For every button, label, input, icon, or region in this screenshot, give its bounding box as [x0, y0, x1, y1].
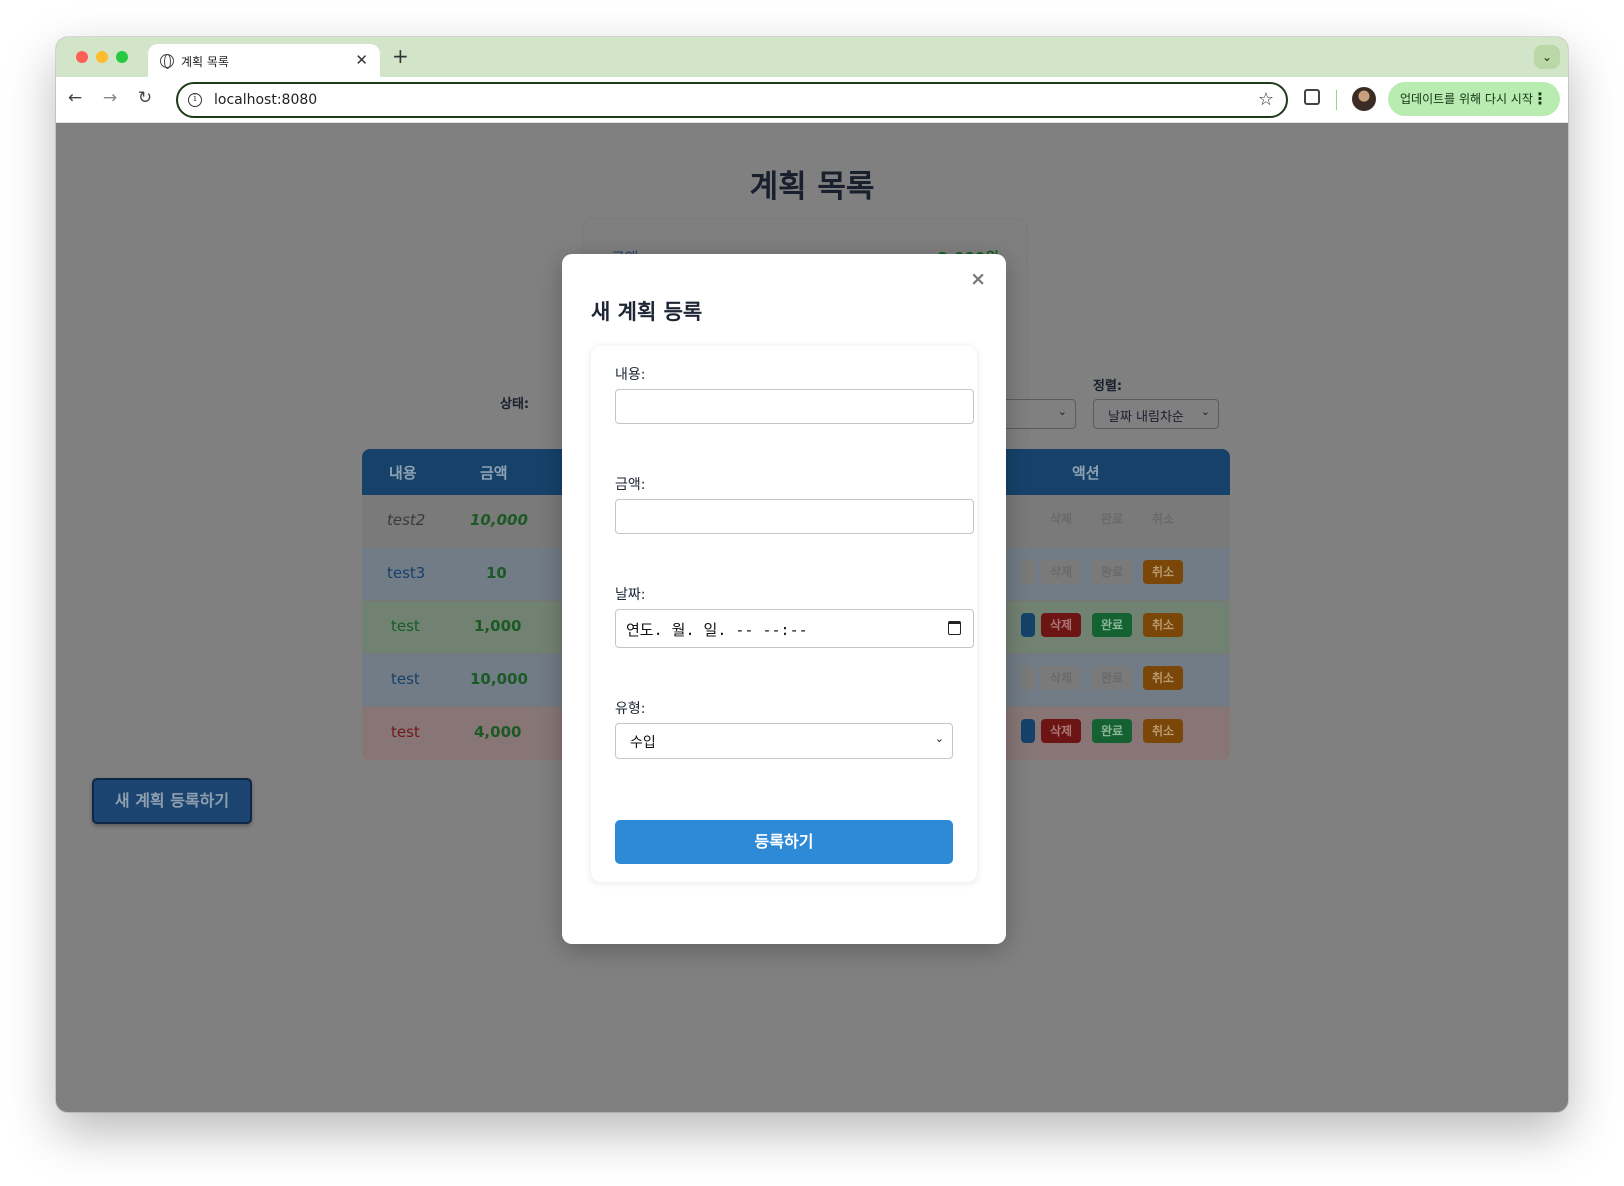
date-label: 날짜: [615, 587, 646, 603]
forward-arrow-icon[interactable]: → [99, 88, 121, 108]
complete-button[interactable]: 완료 [1092, 507, 1132, 531]
delete-button[interactable]: 삭제 [1041, 613, 1081, 637]
date-placeholder: 연도. 월. 일. -- --:-- [626, 621, 808, 639]
maximize-window-button[interactable] [116, 51, 128, 63]
cancel-button[interactable]: 취소 [1143, 719, 1183, 743]
more-menu-icon[interactable]: ⋮ [1532, 82, 1548, 116]
profile-avatar[interactable] [1352, 87, 1376, 111]
row-content: test [391, 723, 420, 741]
new-plan-modal: × 새 계획 등록 내용: 금액: 날짜: 연도. 월. 일. -- --:--… [562, 254, 1006, 944]
edit-button[interactable] [1021, 719, 1035, 743]
sort-label: 정렬: [1093, 379, 1123, 394]
row-amount: 4,000 [474, 723, 522, 741]
chevron-down-icon: ⌄ [1200, 405, 1210, 418]
url-text: localhost:8080 [214, 92, 318, 108]
tab-close-icon[interactable]: ✕ [355, 51, 368, 69]
delete-button[interactable]: 삭제 [1041, 560, 1081, 584]
status-filter-label: 상태: [500, 397, 530, 412]
edit-button[interactable] [1021, 613, 1035, 637]
row-amount: 10 [486, 564, 507, 582]
complete-button[interactable]: 완료 [1092, 719, 1132, 743]
update-restart-button[interactable]: 업데이트를 위해 다시 시작 ⋮ [1388, 82, 1560, 116]
browser-toolbar: ← → ↻ i localhost:8080 ☆ 업데이트를 위해 다시 시작 … [56, 77, 1568, 123]
amount-label: 금액: [615, 477, 646, 493]
bookmark-star-icon[interactable]: ☆ [1258, 89, 1274, 110]
sort-select[interactable]: 날짜 내림차순 ⌄ [1093, 399, 1219, 429]
column-header-amount: 금액 [480, 464, 508, 482]
row-content: test [391, 617, 420, 635]
globe-icon [160, 54, 174, 69]
row-amount: 10,000 [470, 670, 528, 688]
delete-button[interactable]: 삭제 [1041, 507, 1081, 531]
page-content: 계획 목록 금액 2,000원 상태: ⌄ 정렬: 날짜 내림차순 ⌄ 내용 금… [56, 123, 1568, 1112]
edit-button[interactable] [1021, 507, 1035, 531]
date-input[interactable]: 연도. 월. 일. -- --:-- [615, 609, 974, 648]
column-header-content: 내용 [389, 464, 417, 482]
cancel-button[interactable]: 취소 [1143, 560, 1183, 584]
column-header-actions: 액션 [1072, 464, 1100, 482]
type-label: 유형: [615, 701, 646, 717]
calendar-icon[interactable] [948, 621, 961, 635]
page-title: 계획 목록 [749, 169, 875, 205]
row-content: test2 [387, 511, 426, 529]
plan-form: 내용: 금액: 날짜: 연도. 월. 일. -- --:-- 유형: 수입 ⌄ … [591, 346, 977, 882]
tab-strip: 계획 목록 ✕ + ⌄ [56, 37, 1568, 77]
row-amount: 1,000 [474, 617, 522, 635]
complete-button[interactable]: 완료 [1092, 560, 1132, 584]
complete-button[interactable]: 완료 [1092, 666, 1132, 690]
edit-button[interactable] [1021, 666, 1035, 690]
new-tab-icon[interactable]: + [392, 44, 409, 68]
content-input[interactable] [615, 389, 974, 424]
tab-search-chevron-icon[interactable]: ⌄ [1534, 45, 1560, 69]
delete-button[interactable]: 삭제 [1041, 719, 1081, 743]
browser-tab[interactable]: 계획 목록 ✕ [148, 44, 380, 77]
modal-title: 새 계획 등록 [591, 300, 703, 324]
update-restart-label: 업데이트를 위해 다시 시작 [1400, 92, 1533, 106]
edit-button[interactable] [1021, 560, 1035, 584]
browser-window: 계획 목록 ✕ + ⌄ ← → ↻ i localhost:8080 ☆ 업데이… [56, 37, 1568, 1112]
toolbar-divider [1336, 90, 1337, 110]
chevron-down-icon: ⌄ [1057, 405, 1067, 418]
complete-button[interactable]: 완료 [1092, 613, 1132, 637]
site-info-icon[interactable]: i [188, 93, 202, 107]
back-arrow-icon[interactable]: ← [64, 88, 86, 108]
extensions-icon[interactable] [1304, 89, 1320, 105]
close-window-button[interactable] [76, 51, 88, 63]
minimize-window-button[interactable] [96, 51, 108, 63]
row-content: test3 [387, 564, 426, 582]
tab-title: 계획 목록 [181, 55, 229, 69]
row-content: test [391, 670, 420, 688]
chevron-down-icon: ⌄ [934, 732, 944, 745]
new-plan-button[interactable]: 새 계획 등록하기 [92, 778, 252, 824]
cancel-button[interactable]: 취소 [1143, 613, 1183, 637]
reload-icon[interactable]: ↻ [134, 88, 156, 108]
address-bar[interactable]: i localhost:8080 ☆ [176, 82, 1288, 118]
sort-select-value: 날짜 내림차순 [1108, 410, 1184, 425]
close-icon[interactable]: × [970, 268, 986, 290]
type-select[interactable]: 수입 ⌄ [615, 723, 953, 759]
submit-button[interactable]: 등록하기 [615, 820, 953, 864]
delete-button[interactable]: 삭제 [1041, 666, 1081, 690]
cancel-button[interactable]: 취소 [1143, 507, 1183, 531]
row-amount: 10,000 [470, 511, 528, 529]
content-label: 내용: [615, 367, 646, 383]
amount-input[interactable] [615, 499, 974, 534]
type-select-value: 수입 [630, 735, 656, 751]
cancel-button[interactable]: 취소 [1143, 666, 1183, 690]
